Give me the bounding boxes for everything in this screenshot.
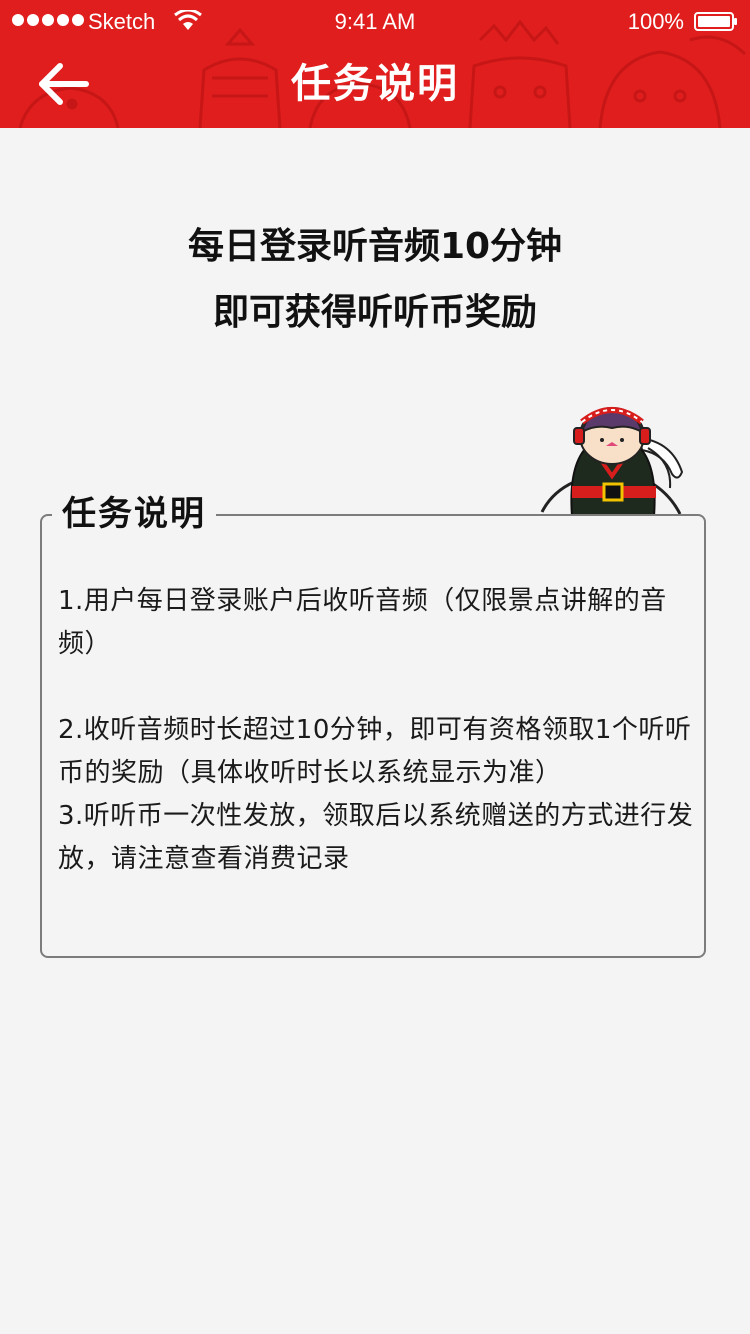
mascot-illustration: [540, 406, 684, 516]
task-rules-title: 任务说明: [52, 492, 216, 536]
battery-percentage: 100%: [627, 9, 684, 34]
rule-item-2: 2.收听音频时长超过10分钟，即可有资格领取1个听听币的奖励（具体收听时长以系统…: [58, 715, 692, 788]
rule-item-1: 1.用户每日登录账户后收听音频（仅限景点讲解的音频）: [58, 586, 667, 659]
task-rules-list: 1.用户每日登录账户后收听音频（仅限景点讲解的音频） 2.收听音频时长超过10分…: [58, 580, 698, 881]
task-description-screen: Sketch 9:41 AM 100% 任务说明 每日登录听音频10分钟 即可获…: [0, 0, 750, 1334]
headline-line-1: 每日登录听音频10分钟: [187, 226, 563, 267]
battery-icon: [694, 12, 737, 31]
page-title: 任务说明: [291, 61, 459, 107]
headline-line-2: 即可获得听听币奖励: [212, 292, 537, 333]
rule-item-3: 3.听听币一次性发放，领取后以系统赠送的方式进行发放，请注意查看消费记录: [58, 801, 694, 874]
status-bar: Sketch 9:41 AM 100%: [0, 0, 750, 44]
header: Sketch 9:41 AM 100% 任务说明: [0, 0, 750, 128]
reward-headline: 每日登录听音频10分钟 即可获得听听币奖励: [0, 214, 750, 346]
